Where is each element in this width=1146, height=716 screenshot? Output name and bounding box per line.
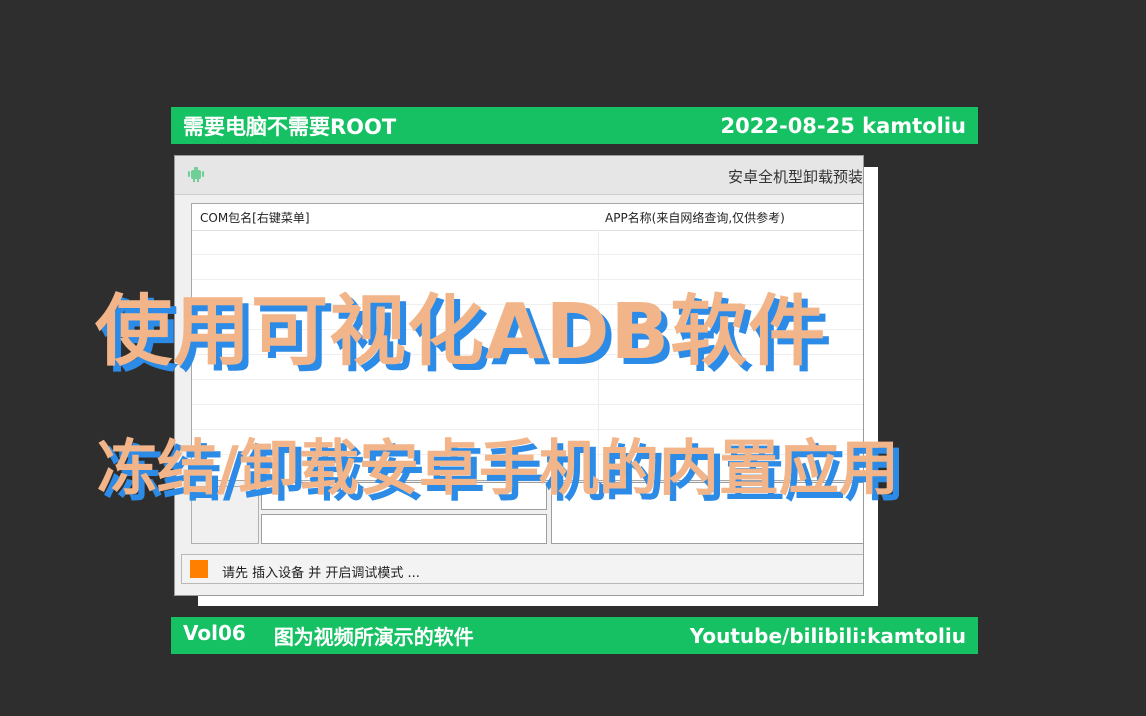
top-banner-left-text: 需要电脑不需要ROOT (183, 114, 397, 139)
list-row-line (192, 404, 863, 405)
info-field-2[interactable] (261, 514, 547, 544)
bottom-banner: Vol06 图为视频所演示的软件 Youtube/bilibili:kamtol… (171, 617, 978, 654)
volume-label: Vol06 (183, 621, 246, 645)
bottom-banner-channels: Youtube/bilibili:kamtoliu (689, 623, 966, 648)
status-text: 请先 插入设备 并 开启调试模式 ... (222, 566, 420, 581)
android-icon (188, 167, 204, 182)
thumbnail-stage: 需要电脑不需要ROOT 2022-08-25 kamtoliu 安卓全机型卸载预… (0, 0, 1146, 716)
headline-line-2: 冻结/卸载安卓手机的内置应用 (97, 434, 899, 504)
bottom-banner-caption: 图为视频所演示的软件 (273, 625, 474, 649)
bottom-banner-left: Vol06 图为视频所演示的软件 (183, 621, 474, 650)
list-row-line (192, 254, 863, 255)
headline-line-1: 使用可视化ADB软件 (95, 288, 827, 377)
status-indicator-icon (190, 560, 208, 578)
window-titlebar[interactable]: 安卓全机型卸载预装 (175, 156, 863, 195)
window-title: 安卓全机型卸载预装 (727, 168, 863, 186)
top-banner: 需要电脑不需要ROOT 2022-08-25 kamtoliu (171, 107, 978, 144)
listview-header: COM包名[右键菜单] APP名称(来自网络查询,仅供参考) (192, 204, 863, 231)
top-banner-date-author: 2022-08-25 kamtoliu (720, 113, 966, 138)
column-header-package[interactable]: COM包名[右键菜单] (200, 209, 310, 226)
status-bar: 请先 插入设备 并 开启调试模式 ... (181, 554, 863, 584)
column-header-app-name[interactable]: APP名称(来自网络查询,仅供参考) (605, 209, 785, 226)
